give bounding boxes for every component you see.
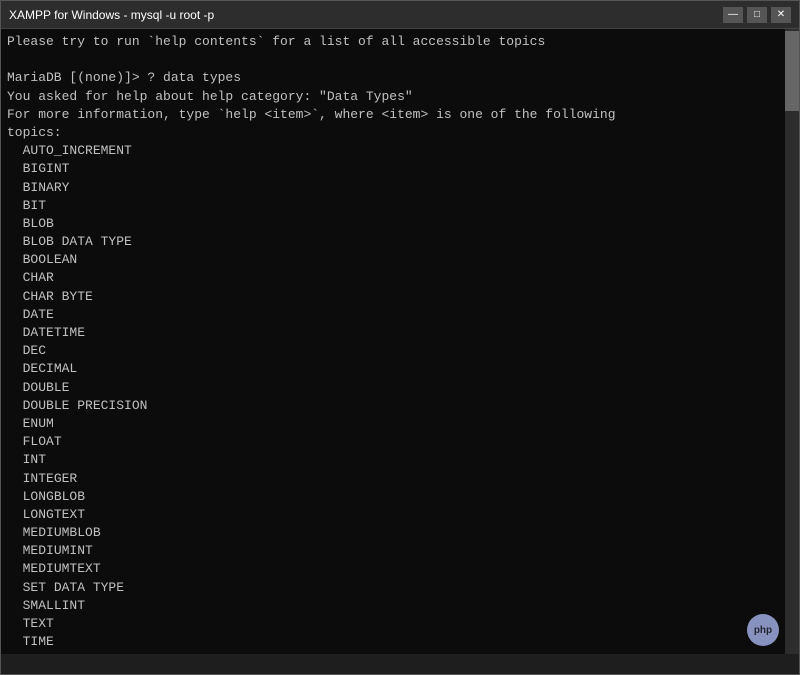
terminal-output: Please try to run `help contents` for a … [7, 33, 793, 654]
maximize-button[interactable]: □ [747, 7, 767, 23]
bottom-bar [1, 654, 799, 674]
window-controls: — □ ✕ [723, 7, 791, 23]
scrollbar-thumb[interactable] [785, 31, 799, 111]
window-title: XAMPP for Windows - mysql -u root -p [9, 8, 214, 22]
close-button[interactable]: ✕ [771, 7, 791, 23]
title-bar: XAMPP for Windows - mysql -u root -p — □… [1, 1, 799, 29]
terminal-window: XAMPP for Windows - mysql -u root -p — □… [0, 0, 800, 675]
terminal-area[interactable]: Please try to run `help contents` for a … [1, 29, 799, 654]
scrollbar-track [785, 29, 799, 654]
minimize-button[interactable]: — [723, 7, 743, 23]
php-badge: php [747, 614, 779, 646]
